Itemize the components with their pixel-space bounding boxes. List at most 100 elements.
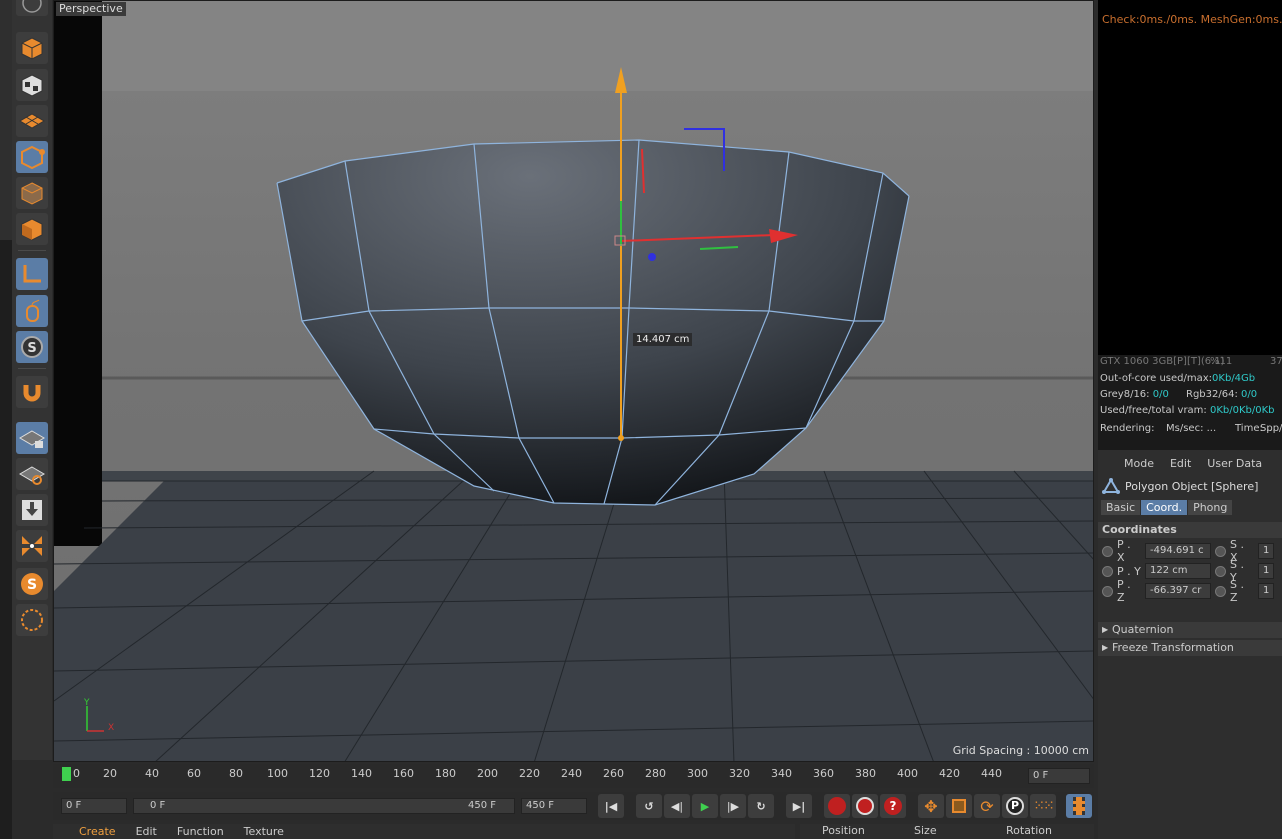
frame-range-slider[interactable]: 0 F 450 F <box>133 798 515 814</box>
sy-animate-toggle[interactable] <box>1215 565 1226 577</box>
world-axis-y-label: Y <box>84 698 90 708</box>
soft-selection-button[interactable]: S <box>16 568 48 600</box>
key-scale-button[interactable] <box>946 794 972 818</box>
spp-label: Spp/ <box>1260 423 1282 434</box>
current-frame-field[interactable]: 0 F <box>1028 768 1090 784</box>
left-edge-strip <box>0 0 12 839</box>
sx-field[interactable]: 1 <box>1258 543 1274 559</box>
filmstrip-button[interactable] <box>1066 794 1092 818</box>
prev-key-button[interactable]: ↺ <box>636 794 662 818</box>
prev-frame-icon: ◀| <box>670 799 684 813</box>
points-mode-button[interactable] <box>16 141 48 173</box>
magnet-button[interactable] <box>16 376 48 408</box>
ms-sec-label: Ms/sec: ... <box>1166 423 1217 434</box>
sz-animate-toggle[interactable] <box>1215 585 1226 597</box>
gpu-percent: %11 <box>1210 356 1233 367</box>
start-frame-field[interactable]: 0 F <box>61 798 127 814</box>
tick-label: 160 <box>393 767 414 780</box>
selection-ring-button[interactable] <box>16 604 48 636</box>
attribute-tabs: Basic Coord. Phong <box>1101 500 1233 515</box>
tick-label: 200 <box>477 767 498 780</box>
keyframe-help-button[interactable]: ? <box>880 794 906 818</box>
edges-mode-button[interactable] <box>16 177 48 209</box>
py-animate-toggle[interactable] <box>1102 565 1113 577</box>
key-rotation-button[interactable]: ⟳ <box>974 794 1000 818</box>
playhead[interactable] <box>62 767 71 781</box>
workplane-mode-button[interactable] <box>16 105 48 137</box>
next-key-button[interactable]: ↻ <box>748 794 774 818</box>
tick-label: 240 <box>561 767 582 780</box>
tick-label: 380 <box>855 767 876 780</box>
menu-texture[interactable]: Texture <box>244 825 284 838</box>
perspective-viewport[interactable]: Perspective 14.407 cm Y X Grid Spacing :… <box>53 0 1094 762</box>
tick-label: 320 <box>729 767 750 780</box>
symmetry-button[interactable] <box>16 530 48 562</box>
axis-origin-point[interactable] <box>618 435 624 441</box>
tweak-mode-button[interactable] <box>16 295 48 327</box>
goto-start-button[interactable]: |◀ <box>598 794 624 818</box>
model-mode-button[interactable] <box>16 32 48 64</box>
snapping-button[interactable]: S <box>16 331 48 363</box>
floor-plane <box>54 471 1093 761</box>
py-field[interactable]: 122 cm <box>1145 563 1211 579</box>
freeze-transformation-section[interactable]: ▶ Freeze Transformation <box>1098 640 1282 656</box>
workplane-rotate-icon <box>19 466 45 485</box>
sy-field[interactable]: 1 <box>1258 563 1274 579</box>
viewport-label[interactable]: Perspective <box>56 2 126 16</box>
attribute-menu: Mode Edit User Data <box>1098 453 1282 473</box>
mouse-icon <box>26 299 40 322</box>
record-keys-button[interactable] <box>824 794 850 818</box>
next-frame-button[interactable]: |▶ <box>720 794 746 818</box>
tick-label: 440 <box>981 767 1002 780</box>
key-position-button[interactable]: ✥ <box>918 794 944 818</box>
render-status: Check:0ms./0ms. MeshGen:0ms. Up <box>1102 13 1282 26</box>
key-pla-button[interactable]: ⁙⁙ <box>1030 794 1056 818</box>
menu-edit[interactable]: Edit <box>1170 457 1191 470</box>
timeline-ruler[interactable]: 0 20 40 60 80 100 120 140 160 180 200 22… <box>53 764 1023 788</box>
rotate-circle-icon: ⟳ <box>980 796 994 816</box>
coordinates-header: Coordinates <box>1098 522 1282 538</box>
menu-create[interactable]: Create <box>79 825 116 838</box>
key-parameter-button[interactable]: P <box>1002 794 1028 818</box>
pz-field[interactable]: -66.397 cr <box>1145 583 1211 599</box>
tab-phong[interactable]: Phong <box>1188 500 1233 515</box>
polygons-mode-button[interactable] <box>16 213 48 245</box>
play-button[interactable]: ▶ <box>692 794 718 818</box>
floor-drop-button[interactable] <box>16 494 48 526</box>
planar-workplane-button[interactable] <box>16 458 48 490</box>
tick-label: 260 <box>603 767 624 780</box>
dots-grid-icon: ⁙⁙ <box>1033 798 1055 814</box>
checker-cube-icon <box>21 74 43 97</box>
prev-frame-button[interactable]: ◀| <box>664 794 690 818</box>
blue-point-handle[interactable] <box>648 253 656 261</box>
end-frame-field[interactable]: 450 F <box>521 798 587 814</box>
tool-globe-button[interactable] <box>16 0 48 16</box>
texture-mode-button[interactable] <box>16 69 48 101</box>
tick-label: 20 <box>103 767 117 780</box>
pz-animate-toggle[interactable] <box>1102 585 1113 597</box>
locked-workplane-button[interactable] <box>16 422 48 454</box>
timeline[interactable]: 0 20 40 60 80 100 120 140 160 180 200 22… <box>53 764 1094 788</box>
menu-function[interactable]: Function <box>177 825 224 838</box>
axis-mode-button[interactable] <box>16 258 48 290</box>
svg-text:S: S <box>27 577 37 593</box>
sx-animate-toggle[interactable] <box>1215 545 1226 557</box>
px-animate-toggle[interactable] <box>1102 545 1113 557</box>
axis-icon <box>23 265 41 283</box>
menu-edit-material[interactable]: Edit <box>136 825 157 838</box>
drop-arrow-icon <box>22 500 42 520</box>
autokey-button[interactable] <box>852 794 878 818</box>
tab-basic[interactable]: Basic <box>1101 500 1141 515</box>
coord-size-header: Size <box>914 824 937 837</box>
freeze-expand-icon: ▶ <box>1102 643 1109 652</box>
menu-user-data[interactable]: User Data <box>1207 457 1262 470</box>
grid-spacing-label: Grid Spacing : 10000 cm <box>952 744 1089 757</box>
sz-field[interactable]: 1 <box>1258 583 1274 599</box>
quaternion-section[interactable]: ▶ Quaternion <box>1098 622 1282 638</box>
tab-coord[interactable]: Coord. <box>1141 500 1188 515</box>
menu-mode[interactable]: Mode <box>1124 457 1154 470</box>
px-field[interactable]: -494.691 c <box>1145 543 1211 559</box>
goto-end-button[interactable]: ▶| <box>786 794 812 818</box>
autokey-icon <box>856 797 874 815</box>
orange-s-icon: S <box>21 573 43 595</box>
